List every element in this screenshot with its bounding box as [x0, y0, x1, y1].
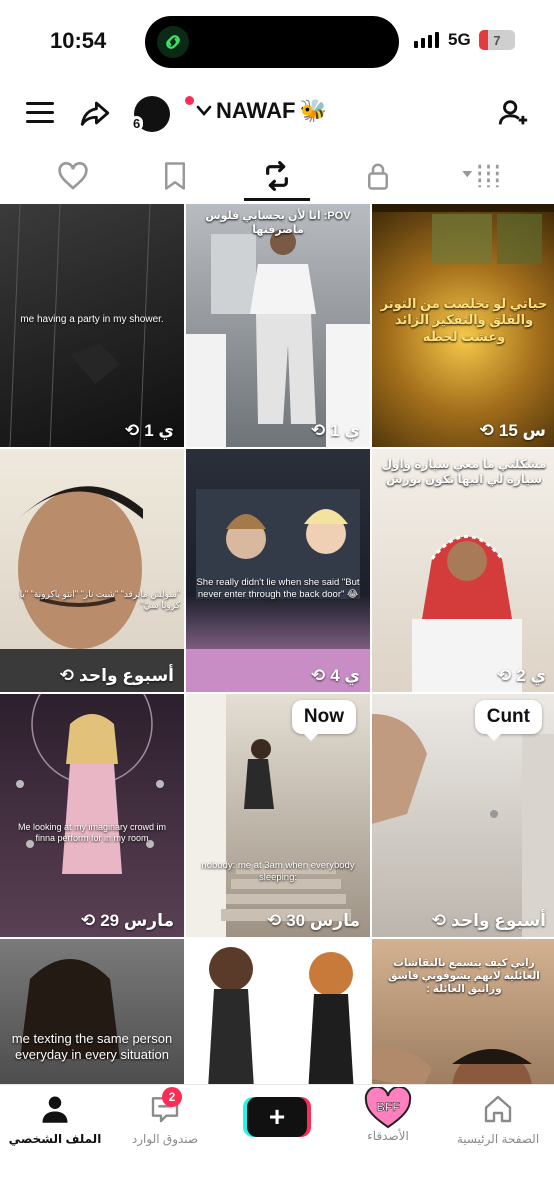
reposts-grid: me having a party in my shower. ⟲ 1 ي POV… [0, 204, 554, 1084]
battery-level: 7 [493, 32, 501, 48]
video-tile[interactable]: me texting the same person everyday in e… [0, 939, 184, 1084]
tile-time: 30 مارس [286, 911, 360, 930]
profile-header: 6 NAWAF 🐝 [0, 88, 554, 146]
tile-caption: "سولش ماترقد" "شبت نار" "انتو ياكرونة" "… [19, 589, 180, 611]
repost-count-icon: ⟲ [80, 911, 96, 930]
menu-icon[interactable] [26, 102, 54, 124]
tile-caption: مشكلتي ما معي سيارة واول سيارة لي ابيها … [381, 457, 547, 486]
repost-count-icon: ⟲ [496, 666, 512, 685]
nav-friends[interactable]: BFF الأصدقاء [333, 1087, 443, 1143]
repost-count-icon: ⟲ [310, 666, 326, 685]
lock-icon[interactable] [358, 158, 398, 194]
tile-time: 2 ي [516, 666, 546, 685]
nav-profile[interactable]: الملف الشخصي [0, 1093, 110, 1146]
tile-meta: ⟲ 29 مارس [81, 911, 174, 931]
tile-time: أسبوع واحد [451, 911, 546, 930]
video-tile[interactable]: She really didn't lie when she said "But… [186, 449, 370, 692]
video-thumbnail [16, 694, 164, 874]
status-bar: 10:54 5G 7 [0, 0, 554, 84]
tile-meta: ⟲ 30 مارس [267, 911, 360, 931]
video-tile[interactable]: Cunt ⟲ أسبوع واحد [372, 694, 554, 937]
tile-meta: ⟲ 15 س [480, 421, 546, 441]
video-tile[interactable]: رايي كيف يتسمع بالنقاشات العائلية لانهم … [372, 939, 554, 1084]
tile-meta: ⟲ أسبوع واحد [60, 666, 174, 686]
account-switcher[interactable]: NAWAF 🐝 [196, 98, 327, 124]
tile-caption: رايي كيف يتسمع بالنقاشات العائلية لانهم … [388, 957, 540, 996]
video-tile[interactable]: POV: انا لأن بحسابي فلوس ماصرفتها ⟲ 1 ي [186, 204, 370, 447]
sticker-label: Cunt [474, 700, 542, 741]
repost-count-icon: ⟲ [59, 666, 75, 685]
video-tile[interactable]: حياتي لو تخلصت من التوتر والقلق والتفكير… [372, 204, 554, 447]
username: NAWAF [216, 98, 296, 123]
profile-tabs [0, 152, 554, 202]
tile-meta: ⟲ 4 ي [311, 666, 360, 686]
tile-caption: POV: انا لأن بحسابي فلوس ماصرفتها [205, 210, 351, 236]
tile-time: 15 س [498, 421, 546, 440]
tile-time: أسبوع واحد [79, 666, 174, 685]
link-app-icon [157, 26, 189, 58]
video-thumbnail [208, 947, 354, 1084]
tile-caption: nobody: me at 3am when everybody sleepin… [201, 860, 355, 883]
nav-friends-label: الأصدقاء [367, 1129, 409, 1143]
heart-icon[interactable] [53, 158, 93, 194]
profile-icon [42, 1096, 68, 1123]
nav-home-label: الصفحة الرئيسية [456, 1132, 540, 1146]
add-friend-icon[interactable] [496, 96, 530, 135]
video-tile[interactable]: مشكلتي ما معي سيارة واول سيارة لي ابيها … [372, 449, 554, 692]
sort-icon[interactable] [458, 158, 504, 194]
tile-caption: Me looking at my imaginary crowd im finn… [17, 822, 167, 844]
repost-count-icon: ⟲ [479, 421, 494, 440]
create-button[interactable]: + [247, 1097, 307, 1137]
nav-profile-label: الملف الشخصي [8, 1132, 102, 1146]
video-tile[interactable]: "سولش ماترقد" "شبت نار" "انتو ياكرونة" "… [0, 449, 184, 692]
share-icon[interactable] [78, 96, 112, 135]
tile-time: 4 ي [330, 666, 360, 685]
repost-count-icon: ⟲ [266, 911, 282, 930]
battery-icon: 7 [479, 30, 515, 50]
tile-time: 1 ي [144, 421, 174, 440]
plus-icon: + [268, 1101, 286, 1132]
video-thumbnail [0, 486, 184, 692]
repost-count-icon: ⟲ [431, 911, 447, 930]
tile-caption: me texting the same person everyday in e… [11, 1031, 173, 1063]
dynamic-island [145, 16, 399, 68]
tile-caption: حياتي لو تخلصت من التوتر والقلق والتفكير… [380, 296, 548, 344]
chevron-down-icon [196, 105, 212, 116]
nav-inbox[interactable]: 2 صندوق الوارد [110, 1087, 220, 1146]
nav-home[interactable]: الصفحة الرئيسية [443, 1093, 553, 1146]
video-thumbnail [186, 489, 370, 692]
video-tile[interactable]: Now nobody: me at 3am when everybody sle… [186, 694, 370, 937]
tile-caption: She really didn't lie when she said "But… [196, 577, 360, 600]
network-label: 5G [448, 30, 471, 49]
tile-meta: ⟲ 1 ي [311, 421, 360, 441]
tile-time: 29 مارس [100, 911, 174, 930]
video-tile[interactable]: me having a party in my shower. ⟲ 1 ي [0, 204, 184, 447]
signal-icon [414, 32, 439, 48]
bookmark-icon[interactable] [155, 158, 195, 194]
inbox-badge: 2 [162, 1087, 182, 1107]
bee-emoji: 🐝 [299, 98, 327, 123]
tile-caption: me having a party in my shower. [20, 314, 164, 325]
tile-meta: ⟲ أسبوع واحد [432, 911, 546, 931]
tile-meta: ⟲ 2 ي [497, 666, 546, 686]
active-tab-indicator [244, 198, 310, 201]
avatar-badge: 6 [130, 116, 144, 131]
video-tile[interactable] [186, 939, 370, 1084]
sticker-label: Now [291, 700, 356, 741]
repost-count-icon: ⟲ [310, 421, 326, 440]
home-icon [484, 1095, 512, 1123]
video-thumbnail [186, 229, 370, 447]
bottom-nav: الملف الشخصي 2 صندوق الوارد + BFF الأصدق… [0, 1084, 554, 1200]
tile-time: 1 ي [330, 421, 360, 440]
bff-heart-icon: BFF [364, 1087, 412, 1129]
tile-meta: ⟲ 1 ي [125, 421, 174, 441]
nav-inbox-label: صندوق الوارد [131, 1132, 199, 1146]
bff-sticker-text: BFF [376, 1100, 399, 1114]
repost-count-icon: ⟲ [124, 421, 140, 440]
repost-icon[interactable] [257, 158, 297, 194]
status-time: 10:54 [50, 28, 107, 53]
video-tile[interactable]: Me looking at my imaginary crowd im finn… [0, 694, 184, 937]
notification-dot [185, 96, 194, 105]
